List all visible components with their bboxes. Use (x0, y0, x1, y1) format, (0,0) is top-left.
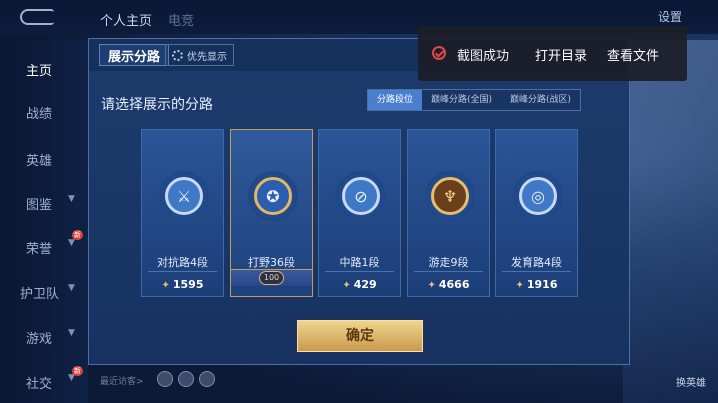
open-directory-button[interactable]: 打开目录 (535, 45, 587, 64)
priority-display-toggle[interactable]: 优先显示 (165, 44, 234, 66)
rank-points: ✦ 429 (342, 278, 377, 291)
chevron-down-icon: ▼ (68, 328, 75, 338)
avatar[interactable] (178, 371, 194, 387)
lane-card-mid[interactable]: ⊘ 中路1段 ✦ 429 (318, 129, 401, 297)
lane-card-top[interactable]: ⚔ 对抗路4段 ✦ 1595 (141, 129, 224, 297)
sidebar-item-codex[interactable]: 图鉴 ▼ (0, 194, 88, 213)
sidebar-item-heroes[interactable]: 英雄 (0, 150, 88, 169)
points-icon: ✦ (161, 280, 170, 291)
points-icon: ✦ (427, 280, 436, 291)
avatar[interactable] (199, 371, 215, 387)
sidebar-item-games[interactable]: 游戏 ▼ (0, 328, 88, 347)
lane-card-roam[interactable]: ♆ 游走9段 ✦ 4666 (407, 129, 490, 297)
tab-peak-region[interactable]: 巅峰分路(战区) (501, 90, 581, 110)
dragon-crest-icon: ✪ (254, 177, 292, 215)
prompt-text: 请选择展示的分路 (101, 97, 213, 113)
avatar[interactable] (157, 371, 173, 387)
change-hero-button[interactable]: 换英雄 (676, 374, 706, 389)
points-icon: ✦ (515, 280, 524, 291)
chevron-down-icon: ▼ (68, 283, 75, 293)
tab-esports[interactable]: 电竞 (168, 10, 194, 29)
stars-count: 100 (259, 271, 284, 285)
tab-lane-rank[interactable]: 分路段位 (368, 90, 423, 110)
check-circle-icon (432, 46, 446, 60)
view-file-button[interactable]: 查看文件 (607, 45, 659, 64)
lane-card-jungle[interactable]: ✪ 打野36段 100 (230, 129, 313, 297)
confirm-button[interactable]: 确定 (297, 320, 423, 352)
dialog-title: 展示分路 (99, 44, 170, 66)
tab-profile[interactable]: 个人主页 (100, 10, 152, 29)
crossed-swords-icon: ⚔ (165, 177, 203, 215)
new-badge: 新 (72, 230, 83, 240)
rank-points: ✦ 4666 (427, 278, 470, 291)
wings-emblem-icon: ♆ (431, 177, 469, 215)
back-icon[interactable] (20, 9, 54, 25)
rank-points: ✦ 1595 (161, 278, 204, 291)
lane-display-dialog: 展示分路 优先显示 请选择展示的分路 分路段位 巅峰分路(全国) 巅峰分路(战区… (88, 38, 630, 365)
sidebar-item-guard[interactable]: 护卫队 ▼ (0, 283, 88, 302)
sidebar-item-honors[interactable]: 荣誉 ▼ (0, 238, 88, 257)
screenshot-toast: 截图成功 打开目录 查看文件 (418, 26, 687, 81)
toast-message: 截图成功 (457, 49, 510, 64)
settings-button[interactable]: 设置 (658, 8, 682, 25)
gear-icon (172, 49, 183, 61)
sidebar: 主页 战绩 英雄 图鉴 ▼ 荣誉 ▼ 新 护卫队 ▼ 游戏 ▼ 社交 ▼ 新 (0, 40, 88, 403)
recent-visitors-link[interactable]: 最近访客> (100, 374, 144, 387)
lane-tabs: 分路段位 巅峰分路(全国) 巅峰分路(战区) (367, 89, 582, 111)
hero-background (623, 40, 718, 403)
rank-points: ✦ 1916 (515, 278, 558, 291)
target-bow-icon: ◎ (519, 177, 557, 215)
new-badge: 新 (72, 366, 83, 376)
sidebar-item-records[interactable]: 战绩 (0, 103, 88, 122)
sidebar-item-home[interactable]: 主页 (0, 60, 88, 79)
slash-shield-icon: ⊘ (342, 177, 380, 215)
chevron-down-icon: ▼ (68, 194, 75, 204)
lane-card-farm[interactable]: ◎ 发育路4段 ✦ 1916 (495, 129, 578, 297)
stars-bar: 100 (231, 269, 312, 286)
tab-peak-national[interactable]: 巅峰分路(全国) (422, 90, 502, 110)
points-icon: ✦ (342, 280, 351, 291)
